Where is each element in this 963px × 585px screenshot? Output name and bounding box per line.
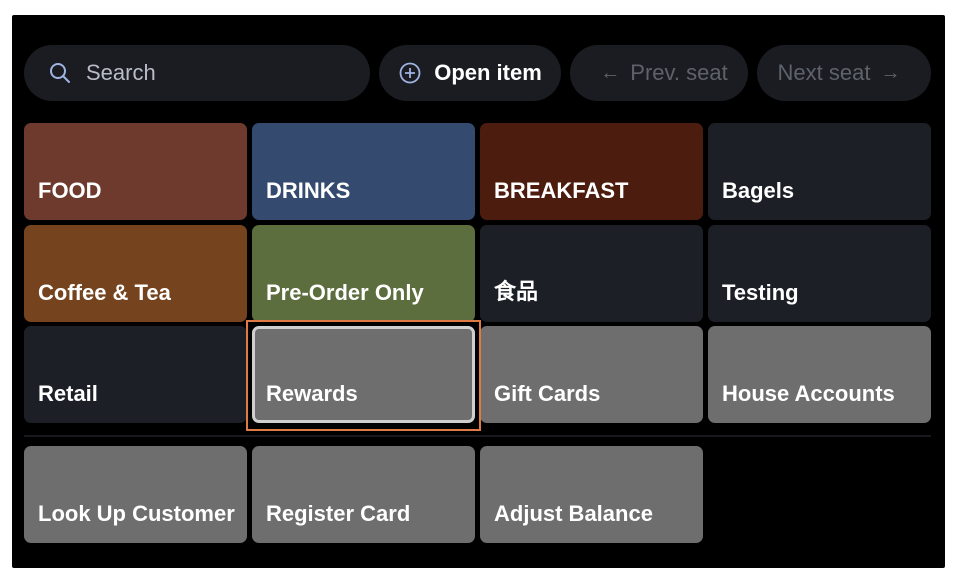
category-label: Bagels xyxy=(722,178,795,203)
category-tile-food[interactable]: FOOD xyxy=(24,123,247,220)
search-icon xyxy=(48,61,72,85)
category-tile-pre-order-only[interactable]: Pre-Order Only xyxy=(252,225,475,322)
category-tile-food-chinese[interactable]: 食品 xyxy=(480,225,703,322)
category-label: House Accounts xyxy=(722,381,895,406)
category-label: Retail xyxy=(38,381,98,406)
category-tile-drinks[interactable]: DRINKS xyxy=(252,123,475,220)
adjust-balance-button[interactable]: Adjust Balance xyxy=(480,446,703,543)
action-label: Adjust Balance xyxy=(494,501,653,526)
category-tile-breakfast[interactable]: BREAKFAST xyxy=(480,123,703,220)
category-label: Pre-Order Only xyxy=(266,280,424,305)
action-label: Register Card xyxy=(266,501,411,526)
register-card-button[interactable]: Register Card xyxy=(252,446,475,543)
category-tile-gift-cards[interactable]: Gift Cards xyxy=(480,326,703,423)
category-tile-retail[interactable]: Retail xyxy=(24,326,247,423)
category-label: Testing xyxy=(722,280,799,305)
open-item-button[interactable]: Open item xyxy=(379,45,561,101)
prev-seat-label: Prev. seat xyxy=(630,60,728,85)
category-tile-coffee-tea[interactable]: Coffee & Tea xyxy=(24,225,247,322)
section-divider xyxy=(24,435,931,437)
arrow-left-icon: ← xyxy=(600,61,621,84)
prev-seat-button[interactable]: ← Prev. seat xyxy=(570,45,748,101)
selection-highlight xyxy=(246,320,481,431)
arrow-right-icon: → xyxy=(880,61,901,84)
category-label: Gift Cards xyxy=(494,381,601,406)
pos-menu-screen: Search Open item ← Prev. seat Next seat … xyxy=(12,15,945,568)
category-tile-testing[interactable]: Testing xyxy=(708,225,931,322)
search-placeholder: Search xyxy=(86,60,156,85)
next-seat-button[interactable]: Next seat → xyxy=(757,45,931,101)
category-label: BREAKFAST xyxy=(494,178,629,203)
category-label: 食品 xyxy=(494,279,539,304)
open-item-label: Open item xyxy=(434,60,542,85)
next-seat-label: Next seat xyxy=(777,60,871,85)
look-up-customer-button[interactable]: Look Up Customer xyxy=(24,446,247,543)
category-label: FOOD xyxy=(38,178,102,203)
plus-circle-icon xyxy=(398,61,422,85)
category-tile-bagels[interactable]: Bagels xyxy=(708,123,931,220)
action-label: Look Up Customer xyxy=(38,501,235,526)
category-label: DRINKS xyxy=(266,178,351,203)
category-tile-house-accounts[interactable]: House Accounts xyxy=(708,326,931,423)
category-label: Coffee & Tea xyxy=(38,280,171,305)
search-input[interactable]: Search xyxy=(24,45,370,101)
